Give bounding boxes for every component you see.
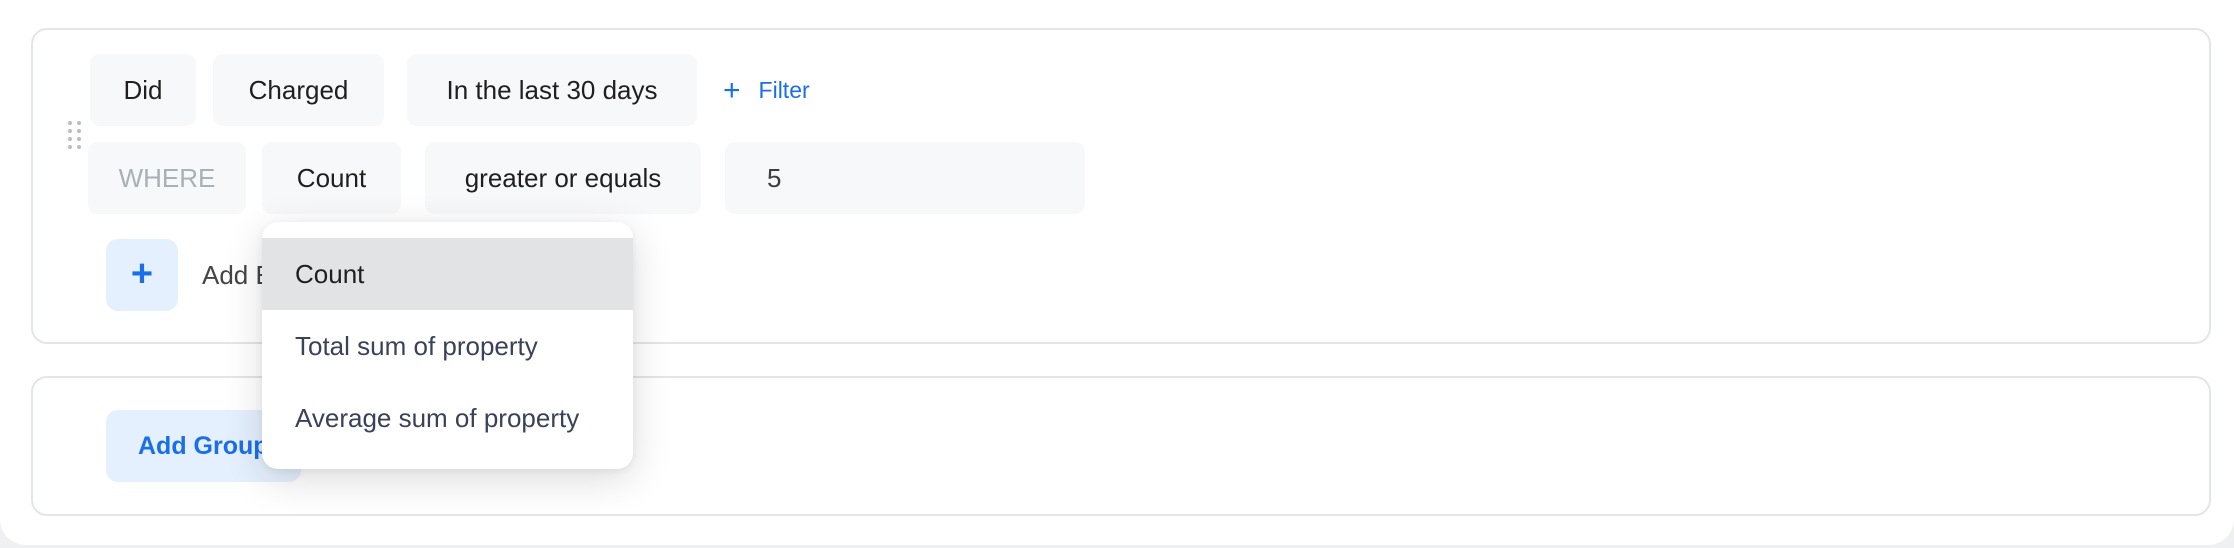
did-selector[interactable]: Did (90, 54, 196, 126)
filter-link-label: Filter (758, 77, 810, 103)
aggregate-dropdown-menu: Count Total sum of property Average sum … (262, 222, 633, 469)
operator-selector[interactable]: greater or equals (425, 142, 701, 214)
dropdown-option-average-sum[interactable]: Average sum of property (262, 382, 633, 454)
event-selector[interactable]: Charged (213, 54, 384, 126)
add-filter-link[interactable]: + Filter (723, 54, 810, 126)
dropdown-option-count[interactable]: Count (262, 238, 633, 310)
timeframe-selector[interactable]: In the last 30 days (407, 54, 697, 126)
plus-icon: + (723, 74, 741, 107)
drag-handle-icon[interactable] (68, 121, 81, 149)
add-event-button[interactable]: + (106, 239, 178, 311)
where-label: WHERE (88, 142, 246, 214)
value-input[interactable]: 5 (725, 142, 1085, 214)
plus-icon: + (130, 253, 154, 295)
dropdown-option-total-sum[interactable]: Total sum of property (262, 310, 633, 382)
aggregate-selector[interactable]: Count (262, 142, 401, 214)
